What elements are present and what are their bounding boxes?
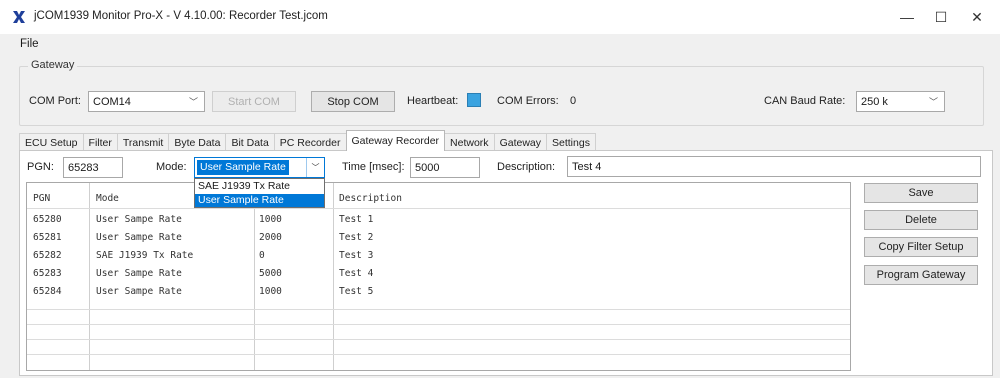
chevron-down-icon[interactable]: ﹀ bbox=[306, 158, 324, 177]
tab-byte-data[interactable]: Byte Data bbox=[168, 133, 227, 151]
time-label: Time [msec]: bbox=[342, 161, 405, 173]
tab-ecu-setup[interactable]: ECU Setup bbox=[19, 133, 84, 151]
tab-strip: ECU Setup Filter Transmit Byte Data Bit … bbox=[19, 130, 596, 151]
table-cell-pgn[interactable]: 65280 bbox=[33, 214, 62, 225]
com-port-label: COM Port: bbox=[29, 95, 81, 107]
mode-label: Mode: bbox=[156, 161, 187, 173]
table-cell-mode[interactable]: User Sampe Rate bbox=[96, 214, 182, 225]
table-cell-pgn[interactable]: 65282 bbox=[33, 250, 62, 261]
tab-network[interactable]: Network bbox=[444, 133, 495, 151]
tab-filter[interactable]: Filter bbox=[82, 133, 118, 151]
com-port-value: COM14 bbox=[93, 95, 131, 108]
table-cell-description[interactable]: Test 2 bbox=[339, 232, 373, 243]
table-cell-time[interactable]: 2000 bbox=[259, 232, 282, 243]
table-cell-time[interactable]: 5000 bbox=[259, 268, 282, 279]
start-com-button[interactable]: Start COM bbox=[212, 91, 296, 112]
mode-dropdown-list: SAE J1939 Tx Rate User Sample Rate bbox=[194, 178, 325, 208]
copy-filter-setup-button[interactable]: Copy Filter Setup bbox=[864, 237, 978, 257]
chevron-down-icon: ﹀ bbox=[928, 97, 938, 107]
table-cell-mode[interactable]: SAE J1939 Tx Rate bbox=[96, 250, 193, 261]
table-cell-time[interactable]: 1000 bbox=[259, 214, 282, 225]
program-gateway-button[interactable]: Program Gateway bbox=[864, 265, 978, 285]
com-errors-value: 0 bbox=[570, 95, 577, 107]
tab-gateway-recorder[interactable]: Gateway Recorder bbox=[345, 130, 446, 151]
close-icon: ✕ bbox=[971, 8, 983, 25]
table-cell-mode[interactable]: User Sampe Rate bbox=[96, 232, 182, 243]
app-logo-icon bbox=[13, 11, 25, 23]
tab-transmit[interactable]: Transmit bbox=[116, 133, 170, 151]
table-cell-description[interactable]: Test 3 bbox=[339, 250, 373, 261]
menu-file[interactable]: File bbox=[20, 38, 39, 50]
recorder-table[interactable]: PGN Mode Description 65280 User Sampe Ra… bbox=[26, 182, 851, 371]
close-button[interactable]: ✕ bbox=[954, 0, 1000, 34]
heartbeat-label: Heartbeat: bbox=[407, 95, 459, 107]
baud-rate-select[interactable]: 250 k ﹀ bbox=[856, 91, 945, 112]
table-cell-description[interactable]: Test 4 bbox=[339, 268, 373, 279]
heartbeat-indicator bbox=[467, 93, 481, 107]
table-cell-pgn[interactable]: 65284 bbox=[33, 286, 62, 297]
tab-pc-recorder[interactable]: PC Recorder bbox=[273, 133, 347, 151]
minimize-icon: — bbox=[900, 9, 914, 25]
com-errors-label: COM Errors: bbox=[497, 95, 559, 107]
delete-button[interactable]: Delete bbox=[864, 210, 978, 230]
gateway-legend: Gateway bbox=[28, 59, 78, 71]
maximize-icon: ☐ bbox=[934, 8, 948, 25]
stop-com-button[interactable]: Stop COM bbox=[311, 91, 395, 112]
table-cell-pgn[interactable]: 65283 bbox=[33, 268, 62, 279]
pgn-input[interactable]: 65283 bbox=[63, 157, 123, 178]
mode-select[interactable]: User Sample Rate ﹀ bbox=[194, 157, 325, 178]
table-cell-mode[interactable]: User Sampe Rate bbox=[96, 268, 182, 279]
menu-bar bbox=[0, 34, 1000, 54]
description-label: Description: bbox=[497, 161, 556, 173]
table-cell-mode[interactable]: User Sampe Rate bbox=[96, 286, 182, 297]
window-title: jCOM1939 Monitor Pro-X - V 4.10.00: Reco… bbox=[34, 10, 328, 22]
chevron-down-icon: ﹀ bbox=[188, 97, 198, 107]
mode-option-user-sample[interactable]: User Sample Rate bbox=[195, 194, 324, 207]
column-header-description[interactable]: Description bbox=[339, 193, 402, 204]
com-port-select[interactable]: COM14 ﹀ bbox=[88, 91, 205, 112]
table-cell-pgn[interactable]: 65281 bbox=[33, 232, 62, 243]
mode-option-sae-j1939[interactable]: SAE J1939 Tx Rate bbox=[195, 180, 324, 193]
tab-bit-data[interactable]: Bit Data bbox=[225, 133, 275, 151]
description-input[interactable]: Test 4 bbox=[567, 156, 981, 177]
time-input[interactable]: 5000 bbox=[410, 157, 480, 178]
table-cell-description[interactable]: Test 5 bbox=[339, 286, 373, 297]
column-header-pgn[interactable]: PGN bbox=[33, 193, 50, 204]
baud-rate-value: 250 k bbox=[861, 95, 888, 108]
tab-gateway[interactable]: Gateway bbox=[493, 133, 547, 151]
tab-settings[interactable]: Settings bbox=[546, 133, 596, 151]
table-cell-time[interactable]: 0 bbox=[259, 250, 265, 261]
table-cell-description[interactable]: Test 1 bbox=[339, 214, 373, 225]
baud-rate-label: CAN Baud Rate: bbox=[764, 95, 846, 107]
save-button[interactable]: Save bbox=[864, 183, 978, 203]
mode-selected-value: User Sample Rate bbox=[197, 160, 289, 175]
pgn-label: PGN: bbox=[27, 161, 54, 173]
column-header-mode[interactable]: Mode bbox=[96, 193, 119, 204]
table-cell-time[interactable]: 1000 bbox=[259, 286, 282, 297]
